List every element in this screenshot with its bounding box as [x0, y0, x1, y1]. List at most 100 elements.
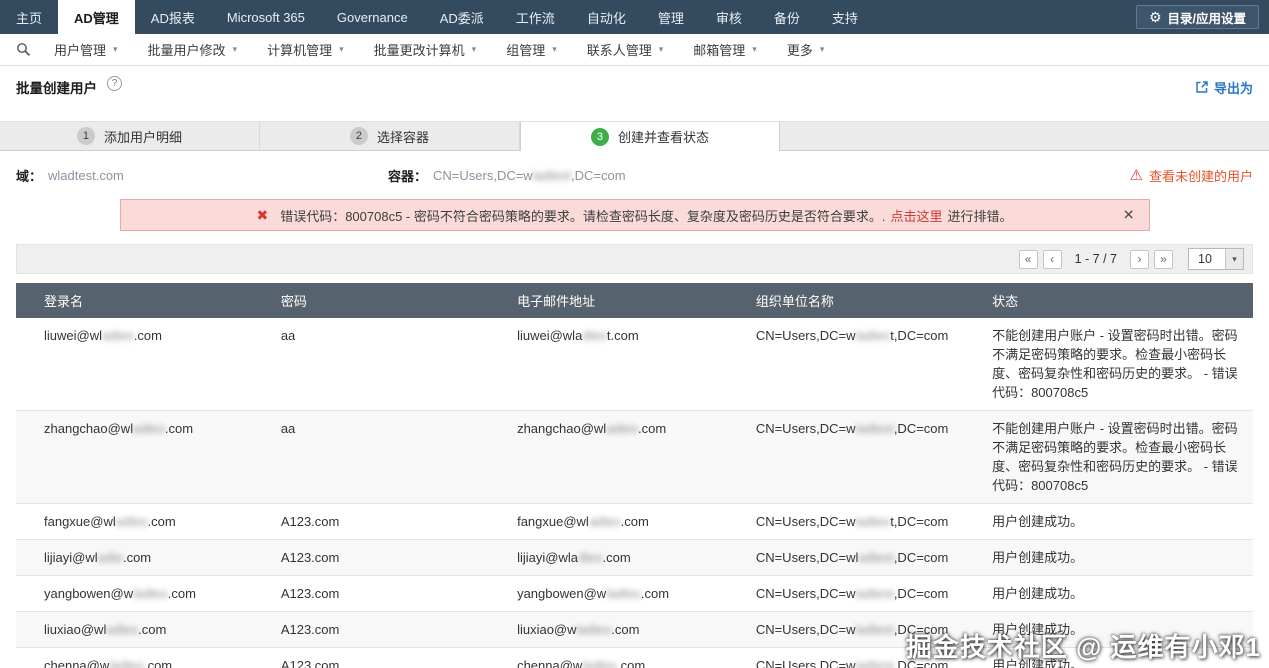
menu-item-联系人管理[interactable]: 联系人管理 ▾ — [572, 40, 679, 59]
redacted-text: adtes — [133, 421, 165, 436]
status-cell: 不能创建用户账户 - 设置密码时出错。密码不满足密码策略的要求。检查最小密码长度… — [982, 318, 1253, 411]
ou-cell-pre: CN=Users,DC=w — [755, 328, 856, 343]
login-cell-post: .com — [122, 550, 152, 565]
email-cell: lijiayi@wladtes.com — [507, 539, 746, 576]
login-cell-pre: liuxiao@wl — [44, 622, 107, 637]
warning-icon: ⚠ — [1129, 167, 1143, 184]
troubleshoot-link[interactable]: 点击这里 — [890, 206, 942, 225]
wizard-step-3[interactable]: 3 创建并查看状态 — [520, 122, 780, 151]
menu-item-组管理[interactable]: 组管理 ▾ — [491, 40, 572, 59]
tab-AD报表[interactable]: AD报表 — [135, 0, 211, 34]
tab-工作流[interactable]: 工作流 — [500, 0, 571, 34]
menu-item-label: 邮箱管理 — [693, 43, 746, 58]
tab-Microsoft 365[interactable]: Microsoft 365 — [211, 0, 321, 34]
menu-item-批量更改计算机[interactable]: 批量更改计算机 ▾ — [359, 40, 492, 59]
export-label: 导出为 — [1213, 80, 1253, 96]
page-size-value: 10 — [1198, 252, 1212, 266]
menu-item-label: 更多 — [786, 43, 813, 58]
tab-管理[interactable]: 管理 — [642, 0, 700, 34]
menu-item-更多[interactable]: 更多 ▾ — [772, 40, 840, 59]
tab-备份[interactable]: 备份 — [758, 0, 816, 34]
redacted-text: adtes — [115, 514, 148, 529]
results-table: 登录名 密码 电子邮件地址 组织单位名称 状态 liuwei@wladtes.c… — [16, 283, 1253, 668]
status-cell: 用户创建成功。 — [982, 539, 1253, 576]
tab-自动化[interactable]: 自动化 — [571, 0, 642, 34]
tab-审核[interactable]: 审核 — [700, 0, 758, 34]
ou-cell: CN=Users,DC=wladtest,DC=com — [745, 647, 983, 668]
table-row: liuwei@wladtes.com aa liuwei@wladtest.com C… — [16, 318, 1253, 411]
ou-cell: CN=Users,DC=wladtest,DC=com — [745, 410, 983, 504]
email-cell-pre: zhangchao@wl — [517, 421, 607, 436]
redacted-text: ladtes — [855, 514, 891, 529]
redacted-text: ladtes — [606, 586, 641, 601]
context-row: 域： wladtest.com 容器： CN=Users,DC=wladtest… — [0, 151, 1269, 195]
error-message-suffix: 进行排错。 — [947, 208, 1013, 224]
ou-cell: CN=Users,DC=wladtest,DC=com — [745, 318, 983, 411]
export-as-link[interactable]: 导出为 — [1195, 78, 1253, 97]
directory-app-settings-button[interactable]: ⚙ 目录/应用设置 — [1135, 5, 1259, 29]
email-cell-post: .com — [611, 622, 640, 637]
page-size-select[interactable]: 10 ▾ — [1188, 248, 1244, 270]
login-cell-pre: chenna@w — [44, 658, 110, 668]
export-icon — [1196, 81, 1208, 93]
view-uncreated-users-label: 查看未创建的用户 — [1148, 169, 1253, 184]
wizard-step-1[interactable]: 1 添加用户明细 — [0, 122, 260, 150]
table-row: zhangchao@wladtes.com aa zhangchao@wladtes… — [16, 410, 1253, 504]
step-number-badge: 1 — [76, 127, 95, 145]
tab-Governance[interactable]: Governance — [321, 0, 424, 34]
tab-AD管理[interactable]: AD管理 — [58, 0, 135, 34]
menu-item-邮箱管理[interactable]: 邮箱管理 ▾ — [678, 40, 772, 59]
login-cell: yangbowen@wladtes.com — [16, 575, 271, 612]
help-icon[interactable]: ? — [107, 75, 122, 91]
first-page-button[interactable]: « — [1018, 249, 1038, 269]
status-cell: 用户创建成功。 — [982, 503, 1253, 540]
ou-cell-post: ,DC=com — [893, 658, 949, 668]
next-page-button[interactable]: › — [1130, 249, 1149, 269]
chevron-down-icon: ▾ — [232, 44, 238, 54]
redacted-text: dtes — [582, 328, 607, 343]
redacted-text: ladtes — [133, 586, 168, 601]
login-cell: lijiayi@wladte.com — [16, 539, 271, 576]
menu-item-label: 计算机管理 — [267, 43, 333, 58]
password-cell: A123.com — [270, 575, 508, 612]
redacted-text: ladtes — [855, 328, 891, 343]
container-label: 容器： — [388, 169, 428, 184]
status-cell: 用户创建成功。 — [982, 647, 1253, 668]
col-email: 电子邮件地址 — [507, 283, 746, 318]
tab-主页[interactable]: 主页 — [0, 0, 58, 34]
last-page-button[interactable]: » — [1154, 249, 1173, 269]
password-cell: A123.com — [270, 503, 508, 540]
col-ou: 组织单位名称 — [745, 283, 983, 318]
ou-cell-pre: CN=Users,DC=w — [755, 586, 856, 601]
wizard-step-2[interactable]: 2 选择容器 — [260, 122, 520, 150]
chevron-down-icon: ▾ — [339, 44, 344, 54]
domain-group: 域： wladtest.com — [16, 166, 388, 185]
table-row: chenna@wladtes.com A123.com chenna@wladtes… — [16, 647, 1253, 668]
step-label: 创建并查看状态 — [617, 130, 709, 145]
menu-item-批量用户修改[interactable]: 批量用户修改 ▾ — [133, 40, 253, 59]
login-cell: fangxue@wladtes.com — [16, 503, 271, 540]
email-cell-post: .com — [640, 586, 670, 601]
domain-value: wladtest.com — [48, 168, 124, 183]
menu-item-计算机管理[interactable]: 计算机管理 ▾ — [252, 40, 359, 59]
ou-cell: CN=Users,DC=wladtest,DC=com — [745, 611, 983, 648]
menu-item-用户管理[interactable]: 用户管理 ▾ — [39, 40, 133, 59]
login-cell-pre: yangbowen@w — [44, 586, 134, 601]
login-cell-pre: liuwei@wl — [44, 328, 102, 343]
login-cell-pre: fangxue@wl — [44, 514, 116, 529]
view-uncreated-users-link[interactable]: ⚠ 查看未创建的用户 — [1130, 166, 1253, 185]
login-cell-pre: lijiayi@wl — [44, 550, 98, 565]
error-message: 错误代码：800708c5 - 密码不符合密码策略的要求。请检查密码长度、复杂度… — [280, 208, 886, 224]
tab-支持[interactable]: 支持 — [816, 0, 874, 34]
email-cell-post: .com — [637, 421, 667, 436]
tab-AD委派[interactable]: AD委派 — [424, 0, 500, 34]
password-cell: A123.com — [270, 611, 508, 648]
container-group: 容器： CN=Users,DC=wladtest,DC=com — [388, 166, 626, 185]
search-icon[interactable] — [8, 42, 39, 57]
prev-page-button[interactable]: ‹ — [1042, 249, 1062, 269]
email-cell-pre: liuwei@wla — [517, 328, 583, 343]
close-icon[interactable]: ✕ — [1123, 207, 1135, 224]
email-cell: fangxue@wladtes.com — [507, 503, 746, 540]
email-cell-pre: yangbowen@w — [517, 586, 607, 601]
login-cell-post: .com — [133, 328, 162, 343]
